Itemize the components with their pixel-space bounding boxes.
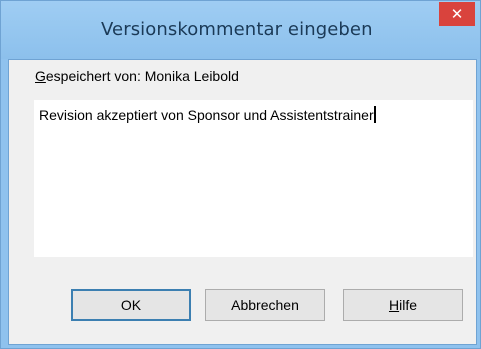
comment-textarea[interactable]: Revision akzeptiert von Sponsor und Assi… [34, 100, 473, 257]
help-button[interactable]: Hilfe [343, 289, 463, 321]
text-caret [373, 106, 376, 123]
help-access-key: H [388, 297, 400, 313]
help-button-label: Hilfe [389, 297, 417, 313]
title-bar[interactable]: Versionskommentar eingeben [1, 1, 480, 59]
help-label-rest: ilfe [399, 297, 418, 313]
dialog-title: Versionskommentar eingeben [101, 19, 373, 40]
saved-by-label: Gespeichert von: Monika Leibold [35, 68, 239, 84]
dialog-window: Versionskommentar eingeben ✕ Gespeichert… [0, 0, 481, 349]
close-icon: ✕ [450, 5, 464, 23]
dialog-body: Gespeichert von: Monika Leibold Revision… [8, 59, 477, 345]
cancel-button[interactable]: Abbrechen [205, 289, 325, 321]
close-button[interactable]: ✕ [439, 2, 475, 26]
comment-text: Revision akzeptiert von Sponsor und Assi… [39, 107, 374, 123]
saved-by-text: espeichert von: Monika Leibold [45, 68, 239, 84]
saved-by-access-key: G [35, 68, 46, 84]
cancel-button-label: Abbrechen [231, 297, 299, 313]
ok-button-label: OK [120, 297, 142, 313]
ok-button[interactable]: OK [71, 289, 191, 321]
